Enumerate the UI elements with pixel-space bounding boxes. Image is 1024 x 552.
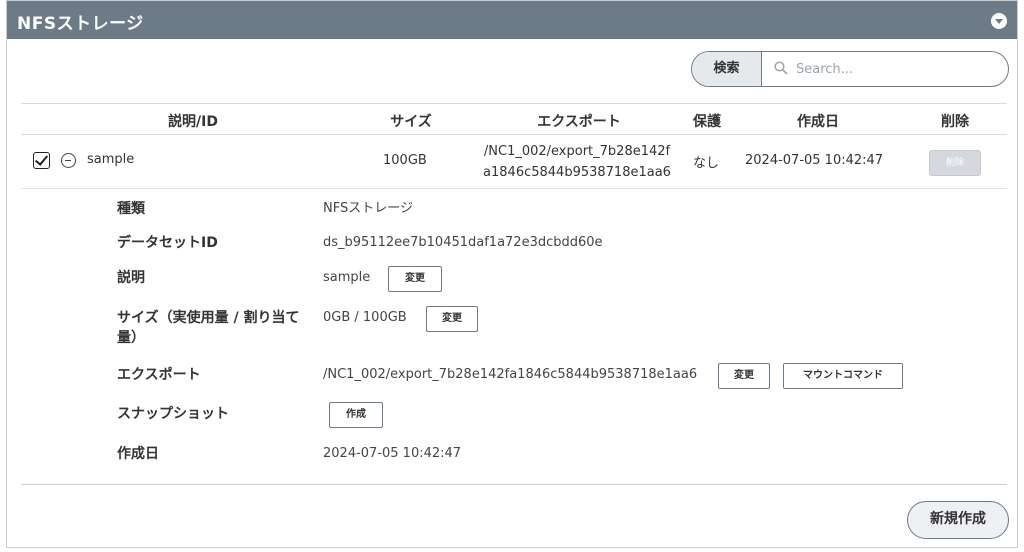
header-protection: 保護 [693,114,721,130]
detail-type-value: NFSストレージ [323,201,413,216]
detail-created-label: 作成日 [117,446,159,462]
export-edit-button[interactable]: 変更 [718,363,770,389]
detail-dataset-id-label: データセットID [117,235,218,251]
size-edit-button[interactable]: 変更 [426,306,478,332]
header-delete: 削除 [941,114,969,130]
detail-size-label-line1: サイズ（実使用量 / 割り当て [117,310,300,326]
header-description: 説明/ID [168,114,218,130]
nfs-storage-panel: NFSストレージ 検索 説明/ID サイズ エクスポート 保護 作成日 削除 s… [6,0,1018,548]
detail-size-label-line2: 量） [117,330,145,346]
header-created: 作成日 [797,114,839,130]
panel-title: NFSストレージ [17,14,144,34]
table-row[interactable]: sample 100GB /NC1_002/export_7b28e142f a… [21,135,1007,189]
row-size: 100GB [383,153,427,168]
collapse-row-icon[interactable] [61,153,76,168]
delete-button[interactable]: 削除 [929,150,981,176]
row-export-line1: /NC1_002/export_7b28e142f [483,144,671,159]
new-create-button[interactable]: 新規作成 [907,501,1009,539]
row-export-line2: a1846c5844b9538718e1aa6 [483,165,671,180]
search-input[interactable] [796,52,996,86]
detail-export-value: /NC1_002/export_7b28e142fa1846c5844b9538… [323,367,698,382]
row-name: sample [87,152,135,167]
detail-size-value: 0GB / 100GB [323,310,407,325]
header-size: サイズ [390,114,432,130]
detail-snapshot-label: スナップショット [117,406,229,422]
search-icon [774,61,788,75]
row-export: /NC1_002/export_7b28e142f a1846c5844b953… [473,141,681,183]
snapshot-create-button[interactable]: 作成 [329,402,383,428]
detail-type-label: 種類 [117,201,145,217]
detail-export-label: エクスポート [117,367,201,383]
description-edit-button[interactable]: 変更 [388,266,442,292]
panel-header: NFSストレージ [7,1,1017,39]
collapse-icon[interactable] [991,13,1007,29]
detail-dataset-id-value: ds_b95112ee7b10451daf1a72e3dcbdd60e [323,235,603,250]
detail-created-value: 2024-07-05 10:42:47 [323,446,462,461]
row-checkbox[interactable] [33,152,50,169]
detail-description-value: sample [323,270,371,285]
detail-size-label: サイズ（実使用量 / 割り当て 量） [117,308,299,348]
search-button[interactable]: 検索 [692,52,762,86]
detail-panel: 種類 NFSストレージ データセットID ds_b95112ee7b10451d… [21,189,1007,485]
table-header: 説明/ID サイズ エクスポート 保護 作成日 削除 [21,103,1007,135]
header-export: エクスポート [537,114,621,130]
row-protection: なし [693,156,720,171]
search-box: 検索 [691,51,1009,87]
mount-command-button[interactable]: マウントコマンド [783,363,903,389]
row-created: 2024-07-05 10:42:47 [745,153,884,168]
detail-description-label: 説明 [117,270,145,286]
